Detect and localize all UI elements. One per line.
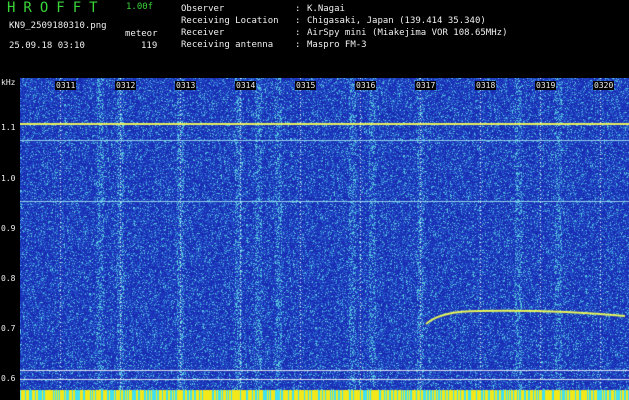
info-value: AirSpy mini (Miakejima VOR 108.65MHz): [307, 28, 508, 38]
y-tick-label: 0.7: [1, 324, 16, 333]
info-row-observer: Observer: K.Nagai: [181, 3, 507, 15]
version-label: 1.00f: [126, 2, 154, 12]
info-value: K.Nagai: [307, 4, 345, 14]
info-key: Receiver: [181, 28, 225, 38]
y-tick-label: 0.6: [1, 374, 16, 383]
info-separator: :: [295, 4, 301, 14]
time-tick-label: 0319: [535, 81, 557, 90]
info-value: Maspro FM-3: [307, 40, 367, 50]
info-separator: :: [295, 28, 301, 38]
time-tick-label: 0313: [175, 81, 197, 90]
y-axis-unit: kHz: [1, 78, 16, 87]
spectrogram-canvas: [20, 78, 629, 400]
y-tick-label: 0.8: [1, 274, 16, 283]
y-tick-label: 1.0: [1, 174, 16, 183]
time-tick-label: 0318: [475, 81, 497, 90]
y-tick-label: 1.1: [1, 123, 16, 132]
info-row-antenna: Receiving antenna: Maspro FM-3: [181, 39, 507, 51]
info-separator: :: [295, 16, 301, 26]
time-tick-label: 0317: [415, 81, 437, 90]
time-tick-label: 0312: [115, 81, 137, 90]
detection-label: meteor: [125, 29, 158, 39]
time-tick-label: 0315: [295, 81, 317, 90]
spectrogram-panel: kHz 1.1 1.0 0.9 0.8 0.7 0.6 0311 0312 03…: [0, 78, 629, 400]
info-row-receiver: Receiver: AirSpy mini (Miakejima VOR 108.…: [181, 27, 507, 39]
station-info: Observer: K.Nagai Receiving Location: Chig…: [181, 3, 507, 51]
y-tick-label: 0.9: [1, 224, 16, 233]
info-separator: :: [295, 40, 301, 50]
time-tick-label: 0311: [55, 81, 77, 90]
info-row-location: Receiving Location: Chigasaki, Japan (139…: [181, 15, 507, 27]
time-tick-label: 0316: [355, 81, 377, 90]
time-tick-label: 0320: [593, 81, 615, 90]
info-key: Receiving antenna: [181, 40, 274, 50]
filename-label: KN9_2509180310.png: [9, 21, 107, 31]
info-value: Chigasaki, Japan (139.414 35.340): [307, 16, 486, 26]
time-tick-label: 0314: [235, 81, 257, 90]
app-title: HROFFT: [7, 0, 106, 16]
detection-count: 119: [141, 41, 158, 51]
info-key: Observer: [181, 4, 225, 14]
info-key: Receiving Location: [181, 16, 279, 26]
datetime-label: 25.09.18 03:10: [9, 41, 85, 51]
